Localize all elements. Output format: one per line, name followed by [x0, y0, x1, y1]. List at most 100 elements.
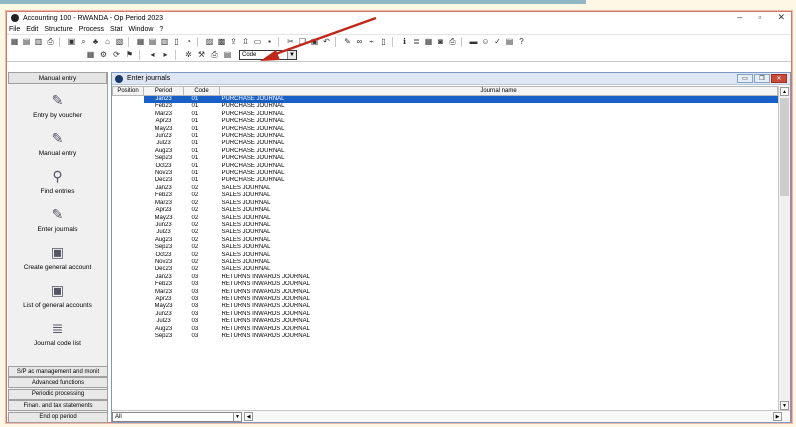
column-header-code[interactable]: Code: [183, 86, 220, 96]
scroll-down-icon[interactable]: ▼: [780, 401, 789, 410]
table-row[interactable]: Jan23 01 PURCHASE JOURNAL: [112, 95, 778, 104]
export-icon[interactable]: ⇪: [228, 36, 239, 47]
table-row[interactable]: Mar23 02 SALES JOURNAL: [113, 200, 778, 207]
minimize-button[interactable]: –: [737, 12, 742, 23]
print-icon[interactable]: ⎙: [45, 36, 56, 47]
menu-item-edit[interactable]: Edit: [26, 26, 38, 33]
table-row[interactable]: Aug23 01 PURCHASE JOURNAL: [113, 148, 778, 155]
form-icon[interactable]: ▤: [504, 36, 515, 47]
left-item-enter-journals[interactable]: ✎ Enter journals: [8, 198, 107, 236]
child-close-button[interactable]: ✕: [771, 74, 787, 83]
table-row[interactable]: Apr23 02 SALES JOURNAL: [113, 207, 778, 214]
table-row[interactable]: Sep23 01 PURCHASE JOURNAL: [113, 155, 778, 162]
book-icon[interactable]: ▣: [66, 36, 77, 47]
table-row[interactable]: Aug23 03 RETURNS INWARDS JOURNAL: [113, 326, 778, 333]
tree-icon[interactable]: ♣: [90, 36, 101, 47]
people-icon[interactable]: ☺: [480, 36, 491, 47]
scroll-left-icon[interactable]: ◀: [244, 412, 253, 421]
column-header-period[interactable]: Period: [143, 86, 184, 96]
table-row[interactable]: Oct23 01 PURCHASE JOURNAL: [113, 163, 778, 170]
child-restore-button[interactable]: ❐: [754, 74, 770, 83]
table-row[interactable]: Dec23 01 PURCHASE JOURNAL: [113, 177, 778, 184]
scroll-right-icon[interactable]: ▶: [773, 412, 782, 421]
paste-icon[interactable]: ▣: [309, 36, 320, 47]
menu-item-process[interactable]: Process: [79, 26, 104, 33]
pen-icon[interactable]: ✎: [342, 36, 353, 47]
table-row[interactable]: Oct23 02 SALES JOURNAL: [113, 252, 778, 259]
table-row[interactable]: Jul23 03 RETURNS INWARDS JOURNAL: [113, 318, 778, 325]
flag-icon[interactable]: ⚑: [124, 49, 135, 60]
child-minimize-button[interactable]: ▭: [737, 74, 753, 83]
settings-icon[interactable]: ✲: [183, 49, 194, 60]
check-icon[interactable]: ✓: [492, 36, 503, 47]
scroll-thumb[interactable]: [780, 98, 789, 196]
horizontal-scrollbar[interactable]: ◀ ▶: [244, 411, 782, 422]
left-item-manual-entry[interactable]: ✎ Manual entry: [8, 122, 107, 160]
brush-icon[interactable]: ⌁: [366, 36, 377, 47]
search-icon[interactable]: ⌕: [78, 36, 89, 47]
table-row[interactable]: Mar23 01 PURCHASE JOURNAL: [113, 111, 778, 118]
bank-icon[interactable]: ⌂: [102, 36, 113, 47]
table-row[interactable]: Feb23 02 SALES JOURNAL: [113, 192, 778, 199]
print2-icon[interactable]: ⎙: [447, 36, 458, 47]
page-icon[interactable]: ▯: [378, 36, 389, 47]
report-icon[interactable]: ▨: [204, 36, 215, 47]
card-icon[interactable]: ▤: [21, 36, 32, 47]
table-row[interactable]: Jun23 01 PURCHASE JOURNAL: [113, 133, 778, 140]
filter-icon[interactable]: ▦: [85, 49, 96, 60]
report2-icon[interactable]: ▩: [216, 36, 227, 47]
column-header-journal-name[interactable]: Journal name: [219, 86, 778, 96]
disk-icon[interactable]: ◙: [435, 36, 446, 47]
prev-icon[interactable]: ◂: [147, 49, 158, 60]
info-icon[interactable]: ℹ: [399, 36, 410, 47]
menu-item-help[interactable]: ?: [159, 26, 163, 33]
table-icon[interactable]: ▦: [135, 36, 146, 47]
copy-icon[interactable]: ❏: [297, 36, 308, 47]
gear-icon[interactable]: ⚙: [98, 49, 109, 60]
left-bottom-button[interactable]: End op period: [8, 411, 108, 423]
tools-icon[interactable]: ⚒: [196, 49, 207, 60]
table-row[interactable]: Apr23 01 PURCHASE JOURNAL: [113, 118, 778, 125]
next-icon[interactable]: ▸: [160, 49, 171, 60]
table-row[interactable]: Mar23 03 RETURNS INWARDS JOURNAL: [113, 289, 778, 296]
table-row[interactable]: Jan23 03 RETURNS INWARDS JOURNAL: [113, 274, 778, 281]
list-icon[interactable]: ≣: [411, 36, 422, 47]
vertical-scrollbar[interactable]: ▲ ▼: [778, 86, 790, 411]
table3-icon[interactable]: ▥: [159, 36, 170, 47]
table-row[interactable]: Jan23 02 SALES JOURNAL: [113, 185, 778, 192]
maximize-button[interactable]: ▫: [758, 12, 761, 23]
left-item-list-of-general-accounts[interactable]: ▣ List of general accounts: [8, 274, 107, 312]
export2-icon[interactable]: ⇫: [240, 36, 251, 47]
table-row[interactable]: Dec23 02 SALES JOURNAL: [113, 266, 778, 273]
column-header-position[interactable]: Position: [112, 86, 144, 96]
table-row[interactable]: May23 01 PURCHASE JOURNAL: [113, 126, 778, 133]
table-row[interactable]: Apr23 03 RETURNS INWARDS JOURNAL: [113, 296, 778, 303]
refresh-icon[interactable]: ⟳: [111, 49, 122, 60]
menu-item-file[interactable]: File: [9, 26, 20, 33]
glasses-icon[interactable]: ∞: [354, 36, 365, 47]
folder-icon[interactable]: ▭: [252, 36, 263, 47]
menu-item-stat[interactable]: Stat: [110, 26, 122, 33]
left-item-create-general-account[interactable]: ▣ Create general account: [8, 236, 107, 274]
chevron-down-icon[interactable]: ▼: [287, 50, 296, 59]
table-row[interactable]: Jul23 01 PURCHASE JOURNAL: [113, 140, 778, 147]
left-bottom-button[interactable]: Periodic processing: [8, 388, 108, 400]
table-row[interactable]: Sep23 02 SALES JOURNAL: [113, 244, 778, 251]
table-row[interactable]: Nov23 02 SALES JOURNAL: [113, 259, 778, 266]
undo-icon[interactable]: ↶: [321, 36, 332, 47]
table2-icon[interactable]: ▤: [147, 36, 158, 47]
cut-icon[interactable]: ✂: [285, 36, 296, 47]
table-row[interactable]: Nov23 01 PURCHASE JOURNAL: [113, 170, 778, 177]
print-icon[interactable]: ⎙: [209, 49, 220, 60]
table-row[interactable]: Jul23 02 SALES JOURNAL: [113, 229, 778, 236]
table-row[interactable]: May23 02 SALES JOURNAL: [113, 215, 778, 222]
lock-icon[interactable]: ▬: [468, 36, 479, 47]
help-icon[interactable]: ?: [516, 36, 527, 47]
chart-icon[interactable]: ▧: [114, 36, 125, 47]
chevron-down-icon[interactable]: ▼: [233, 412, 241, 421]
left-bottom-button[interactable]: Advanced functions: [8, 377, 108, 389]
grid-icon[interactable]: ▥: [33, 36, 44, 47]
filter-combo[interactable]: All ▼: [112, 411, 242, 422]
left-bottom-button[interactable]: S/P ac management and monit: [8, 366, 108, 377]
page-icon[interactable]: ▤: [222, 49, 233, 60]
